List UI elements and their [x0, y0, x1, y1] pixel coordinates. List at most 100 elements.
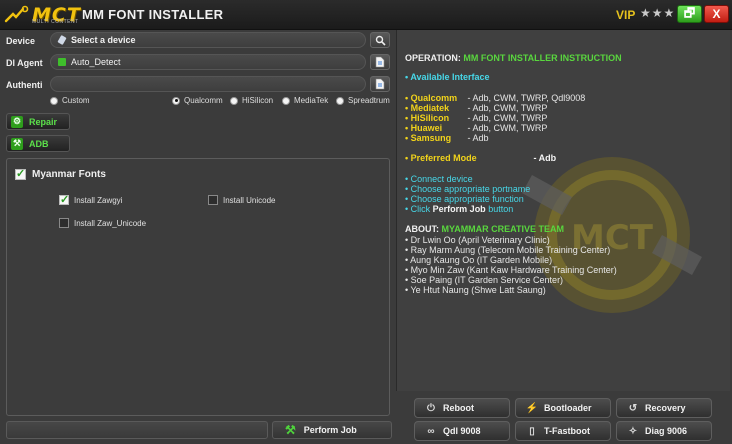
interface-row: • Qualcomm - Adb, CWM, TWRP, Qdl9008: [405, 93, 585, 103]
info-panel: MCT OPERATION: MM FONT INSTALLER INSTRUC…: [396, 30, 730, 391]
preferred-mode-label: • Preferred Mode: [405, 153, 477, 163]
myanmar-fonts-title: Myanmar Fonts: [32, 169, 106, 180]
diag9006-label: Diag 9006: [645, 426, 688, 436]
status-bar: [6, 421, 268, 439]
qdl9008-label: Qdl 9008: [443, 426, 481, 436]
interface-name: • Samsung: [405, 133, 452, 143]
vip-label: VIP: [616, 8, 636, 22]
radio-mediatek[interactable]: MediaTek: [282, 96, 328, 105]
interface-row: • Samsung - Adb: [405, 133, 489, 143]
radio-dot: [336, 96, 344, 105]
vip-stars: ★★★: [640, 6, 676, 20]
step-item: • Connect device: [405, 174, 473, 184]
install-zaw-unicode-label: Install Zaw_Unicode: [74, 218, 147, 228]
available-interface-heading: • Available Interface: [405, 72, 490, 82]
install-zaw-unicode-option[interactable]: Install Zaw_Unicode: [59, 218, 146, 228]
team-member: • Myo Min Zaw (Kant Kaw Hardware Trainin…: [405, 265, 617, 275]
qdl9008-button[interactable]: ∞ Qdl 9008: [414, 421, 510, 441]
about-prefix: ABOUT:: [405, 224, 439, 234]
interface-name: • Qualcomm: [405, 93, 458, 103]
file-icon: [375, 78, 385, 90]
interface-modes: - Adb, CWM, TWRP: [467, 103, 548, 113]
repair-button[interactable]: ⚙ Repair: [6, 113, 70, 130]
reboot-label: Reboot: [443, 403, 474, 413]
myanmar-fonts-panel: Myanmar Fonts Install Zawgyi Install Uni…: [6, 158, 390, 416]
device-label: Device: [6, 36, 36, 46]
device-select-value: Select a device: [71, 35, 136, 45]
tools-icon: ⚒: [285, 423, 296, 437]
adb-button[interactable]: ⚒ ADB: [6, 135, 70, 152]
restore-icon: 🗗: [683, 5, 696, 20]
operation-line: OPERATION: MM FONT INSTALLER INSTRUCTION: [405, 53, 622, 63]
dlagent-value: Auto_Detect: [71, 57, 121, 67]
app-window: MCT MULTI CONTENT MM FONT INSTALLER VIP …: [0, 0, 732, 444]
logo-subtext: MULTI CONTENT: [32, 19, 79, 25]
close-button[interactable]: X: [704, 5, 729, 23]
search-device-button[interactable]: [370, 32, 390, 48]
dlagent-field[interactable]: Auto_Detect: [50, 54, 366, 70]
radio-dot-selected: [172, 96, 180, 105]
authenti-label: Authenti: [6, 80, 43, 90]
myanmar-fonts-toggle[interactable]: Myanmar Fonts: [15, 167, 106, 180]
install-zawgyi-checkbox[interactable]: [59, 193, 69, 206]
adb-label: ADB: [29, 138, 49, 149]
diag9006-button[interactable]: ✧ Diag 9006: [616, 421, 712, 441]
step-item: • Choose appropriate function: [405, 194, 524, 204]
radio-hisilicon[interactable]: HiSilicon: [230, 96, 273, 105]
interface-name: • HiSilicon: [405, 113, 450, 123]
tfastboot-label: T-Fastboot: [544, 426, 590, 436]
install-zawgyi-option[interactable]: Install Zawgyi: [59, 193, 123, 206]
perform-job-button[interactable]: ⚒ Perform Job: [272, 421, 392, 439]
title-bar[interactable]: MCT MULTI CONTENT MM FONT INSTALLER VIP …: [0, 0, 732, 30]
power-icon: ⏻: [427, 402, 435, 414]
authenti-browse-button[interactable]: [370, 76, 390, 92]
interface-modes: - Adb, CWM, TWRP: [467, 113, 548, 123]
step-click-bold: Perform Job: [432, 204, 486, 214]
operation-prefix: OPERATION:: [405, 53, 461, 63]
install-unicode-option[interactable]: Install Unicode: [208, 195, 275, 205]
phone-icon: ▯: [529, 425, 535, 437]
dlagent-browse-button[interactable]: [370, 54, 390, 70]
search-icon: [375, 35, 386, 46]
radio-label: MediaTek: [294, 96, 329, 105]
file-icon: [375, 56, 385, 68]
about-value: MYAMMAR CREATIVE TEAM: [441, 224, 565, 234]
phone-icon: [57, 35, 67, 45]
preferred-mode-row: • Preferred Mode - Adb: [405, 153, 556, 163]
about-line: ABOUT: MYAMMAR CREATIVE TEAM: [405, 224, 564, 234]
interface-name: • Mediatek: [405, 103, 450, 113]
recovery-button[interactable]: ↺ Recovery: [616, 398, 712, 418]
install-unicode-checkbox[interactable]: [208, 195, 218, 205]
bootloader-button[interactable]: ⚡ Bootloader: [515, 398, 611, 418]
step-item: • Choose appropriate portname: [405, 184, 531, 194]
diag-icon: ✧: [628, 425, 638, 437]
radio-dot: [50, 96, 58, 105]
install-zawgyi-label: Install Zawgyi: [74, 195, 123, 205]
radio-label: HiSilicon: [242, 96, 274, 105]
app-title: MM FONT INSTALLER: [82, 7, 224, 22]
tools-icon: ⚒: [11, 137, 23, 150]
device-select[interactable]: Select a device: [50, 32, 366, 48]
reboot-button[interactable]: ⏻ Reboot: [414, 398, 510, 418]
radio-label: Custom: [62, 96, 90, 105]
radio-label: Spreadtrum: [348, 96, 390, 105]
radio-label: Qualcomm: [184, 96, 223, 105]
authenti-field[interactable]: [50, 76, 366, 92]
install-zaw-unicode-checkbox[interactable]: [59, 218, 69, 228]
tfastboot-button[interactable]: ▯ T-Fastboot: [515, 421, 611, 441]
interface-row: • HiSilicon - Adb, CWM, TWRP: [405, 113, 547, 123]
interface-row: • Mediatek - Adb, CWM, TWRP: [405, 103, 547, 113]
radio-spreadtrum[interactable]: Spreadtrum: [336, 96, 390, 105]
preferred-mode-value: - Adb: [533, 153, 557, 163]
chipset-radio-group: Custom Qualcomm HiSilicon MediaTek Sprea…: [50, 96, 395, 108]
bootloader-label: Bootloader: [544, 403, 592, 413]
myanmar-fonts-checkbox[interactable]: [15, 167, 26, 180]
chip-icon: [58, 58, 66, 66]
radio-custom[interactable]: Custom: [50, 96, 90, 105]
maximize-button[interactable]: 🗗: [677, 5, 702, 23]
team-member: • Aung Kaung Oo (IT Garden Mobile): [405, 255, 553, 265]
gear-icon: ⚙: [11, 115, 23, 128]
bolt-icon: ⚡: [525, 402, 539, 414]
team-member: • Ye Htut Naung (Shwe Latt Saung): [405, 285, 546, 295]
radio-qualcomm[interactable]: Qualcomm: [172, 96, 223, 105]
